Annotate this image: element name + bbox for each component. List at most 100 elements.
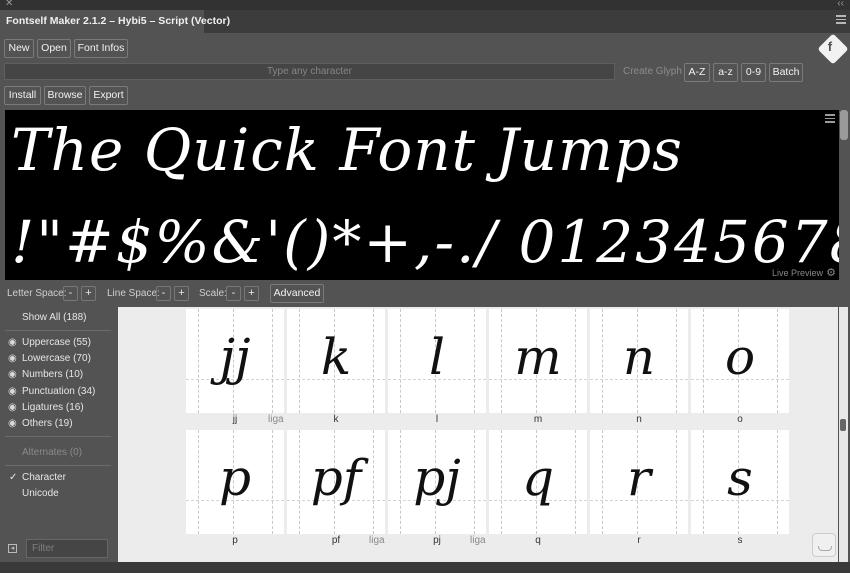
glyph-name-label: n (636, 414, 642, 425)
glyph-name-label: l (435, 414, 439, 425)
tray-icon[interactable] (812, 533, 836, 557)
sidebar-item-character[interactable]: ✓ Character (0, 470, 117, 486)
glyph-preview: r (627, 449, 651, 507)
digits-button[interactable]: 0-9 (741, 63, 766, 82)
preview-text-line-1: The Quick Font Jumps (11, 116, 683, 184)
glyph-cell[interactable]: s (691, 430, 789, 534)
glyph-grid: jj jj liga k k l l m m n n o o p p pf pf liga pj pj liga q q r r… (118, 307, 838, 562)
font-infos-button[interactable]: Font Infos (74, 39, 128, 58)
sidebar-item-alternates[interactable]: Alternates (0) (0, 445, 117, 461)
advanced-button[interactable]: Advanced (270, 284, 324, 303)
ligature-tag: liga (268, 414, 284, 425)
checkmark-icon: ✓ (9, 472, 18, 483)
browse-button[interactable]: Browse (44, 86, 86, 105)
sidebar-item-label: Lowercase (70) (22, 353, 91, 364)
collapse-sidebar-icon[interactable]: ◂ (8, 544, 17, 553)
live-preview-area[interactable]: The Quick Font Jumps !"#$%&'()*+,-./ 012… (5, 110, 839, 280)
glyph-preview: pj (413, 449, 461, 507)
glyph-cell[interactable]: o (691, 309, 789, 413)
fontself-logo-icon[interactable]: f (817, 33, 849, 65)
glyph-name-label: jj (232, 414, 238, 425)
sidebar-item-label: Unicode (22, 488, 59, 499)
open-button[interactable]: Open (37, 39, 71, 58)
eye-icon[interactable]: ◉ (8, 400, 17, 416)
create-glyph-label: Create Glyph (623, 66, 682, 77)
filter-input[interactable] (26, 539, 108, 558)
glyph-cell[interactable]: r (590, 430, 688, 534)
line-space-label: Line Space: (107, 288, 160, 299)
sidebar-item-label: Numbers (10) (22, 369, 84, 380)
scrollbar-thumb[interactable] (840, 419, 846, 431)
ligature-tag: liga (369, 535, 385, 546)
batch-button[interactable]: Batch (769, 63, 803, 82)
glyph-cell[interactable]: k (287, 309, 385, 413)
sidebar-item-numbers[interactable]: ◉ Numbers (10) (0, 367, 117, 383)
glyph-name-label: r (637, 535, 641, 546)
close-icon[interactable]: ✕ (5, 0, 13, 9)
gear-icon[interactable]: ⚙ (826, 266, 836, 279)
glyph-name-label: q (535, 535, 541, 546)
scale-minus-button[interactable]: - (226, 286, 241, 301)
eye-icon[interactable]: ◉ (8, 335, 17, 351)
glyph-cell[interactable]: n (590, 309, 688, 413)
sidebar-item-unicode[interactable]: Unicode (0, 486, 117, 502)
sidebar-item-label: Uppercase (55) (22, 337, 91, 348)
panel-menu-icon[interactable] (836, 15, 846, 26)
sidebar-item-lowercase[interactable]: ◉ Lowercase (70) (0, 351, 117, 367)
letter-space-label: Letter Space: (7, 288, 67, 299)
eye-icon[interactable]: ◉ (8, 416, 17, 432)
glyph-cell[interactable]: q (489, 430, 587, 534)
glyph-cell[interactable]: pf (287, 430, 385, 534)
filter-bar: ◂ (4, 539, 112, 559)
glyph-preview: q (521, 449, 554, 507)
glyph-cell[interactable]: pj (388, 430, 486, 534)
panel-tab-title[interactable]: Fontself Maker 2.1.2 – Hybi5 – Script (V… (0, 10, 230, 33)
show-all-label: Show All (188) (22, 312, 87, 323)
line-space-plus-button[interactable]: + (174, 286, 189, 301)
window-bottom-strip (0, 562, 850, 573)
glyph-filter-sidebar: Show All (188) ◉ Uppercase (55) ◉ Lowerc… (0, 306, 117, 571)
sidebar-item-label: Ligatures (16) (22, 402, 84, 413)
install-button[interactable]: Install (4, 86, 41, 105)
sidebar-item-others[interactable]: ◉ Others (19) (0, 416, 117, 432)
sidebar-item-uppercase[interactable]: ◉ Uppercase (55) (0, 335, 117, 351)
glyph-cell[interactable]: jj (186, 309, 284, 413)
scale-plus-button[interactable]: + (244, 286, 259, 301)
glyph-name-label: pf (331, 535, 341, 546)
sidebar-item-label: Alternates (0) (22, 447, 83, 458)
glyph-name-label: m (533, 414, 543, 425)
sidebar-item-punctuation[interactable]: ◉ Punctuation (34) (0, 384, 117, 400)
preview-text-line-2: !"#$%&'()*+,-./ 0123456789: (11, 208, 839, 276)
preview-menu-icon[interactable] (825, 114, 835, 125)
glyph-preview: p (218, 449, 251, 507)
line-space-minus-button[interactable]: - (156, 286, 171, 301)
uppercase-az-button[interactable]: A-Z (684, 63, 710, 82)
sidebar-item-label: Punctuation (34) (22, 386, 96, 397)
sidebar-item-label: Others (19) (22, 418, 73, 429)
glyph-cell[interactable]: l (388, 309, 486, 413)
export-button[interactable]: Export (89, 86, 128, 105)
glyph-cell[interactable]: m (489, 309, 587, 413)
lowercase-az-button[interactable]: a-z (713, 63, 738, 82)
letter-space-plus-button[interactable]: + (81, 286, 96, 301)
eye-icon[interactable]: ◉ (8, 367, 17, 383)
glyph-name-label: pj (433, 535, 441, 546)
letter-space-minus-button[interactable]: - (63, 286, 78, 301)
glyph-name-label: p (232, 535, 238, 546)
live-preview-label: Live Preview (771, 268, 823, 278)
eye-icon[interactable]: ◉ (8, 384, 17, 400)
eye-icon[interactable]: ◉ (8, 351, 17, 367)
glyph-grid-scrollbar[interactable] (839, 307, 848, 562)
show-all-item[interactable]: Show All (188) (0, 310, 117, 326)
sidebar-item-ligatures[interactable]: ◉ Ligatures (16) (0, 400, 117, 416)
glyph-name-label: s (737, 535, 743, 546)
type-character-input[interactable] (4, 63, 615, 80)
collapse-panel-icon[interactable]: ‹‹ (837, 0, 844, 9)
new-button[interactable]: New (4, 39, 34, 58)
glyph-preview: pf (310, 449, 362, 507)
glyph-cell[interactable]: p (186, 430, 284, 534)
glyph-name-label: o (737, 414, 743, 425)
glyph-preview: o (724, 328, 756, 386)
panel-tab-bar: Fontself Maker 2.1.2 – Hybi5 – Script (V… (0, 10, 850, 33)
preview-scrollbar[interactable] (840, 110, 848, 140)
